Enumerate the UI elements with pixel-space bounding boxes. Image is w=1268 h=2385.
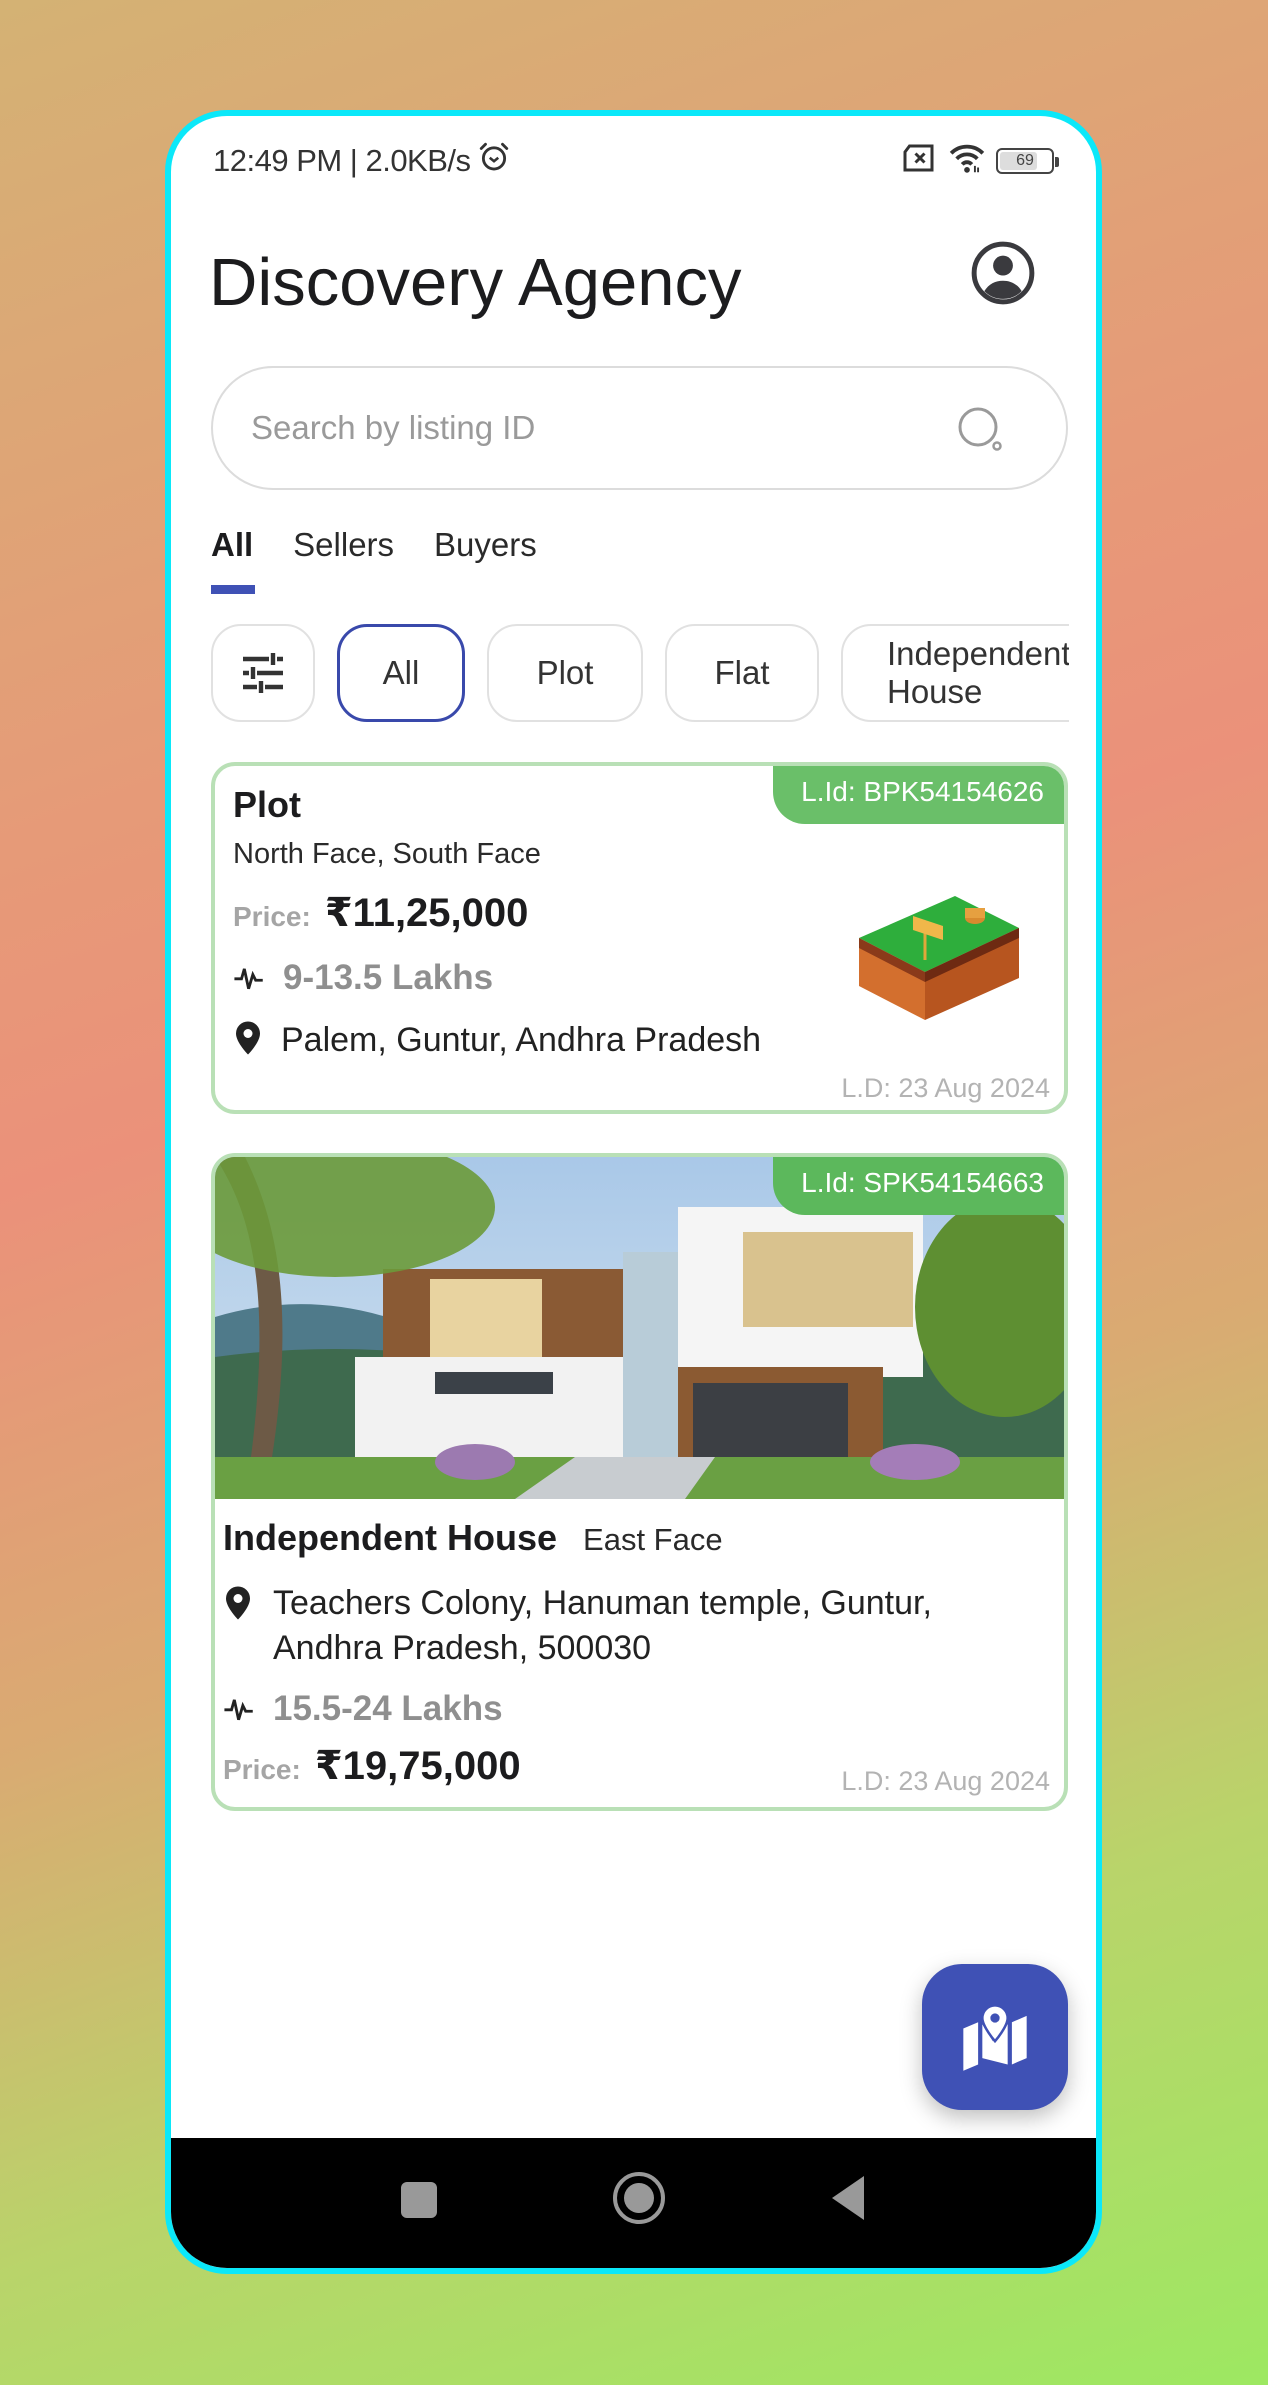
property-type-chips: All Plot Flat Independent House: [211, 624, 1069, 724]
location-pin-icon: [233, 1020, 263, 1061]
listing-date: L.D: 23 Aug 2024: [841, 1073, 1050, 1103]
tab-all[interactable]: All: [211, 526, 256, 594]
no-sim-icon: [902, 143, 938, 178]
status-left: 12:49 PM | 2.0KB/s: [213, 140, 511, 182]
home-circle-icon: [613, 2172, 665, 2224]
back-triangle-icon: [832, 2176, 864, 2220]
page-title: Discovery Agency: [209, 245, 742, 320]
listing-location-line2: Andhra Pradesh, 500030: [273, 1629, 652, 1667]
listing-type: Independent House: [223, 1517, 558, 1558]
search-input[interactable]: [251, 409, 911, 447]
chip-all[interactable]: All: [337, 624, 465, 722]
alarm-icon: [477, 140, 511, 182]
filter-button[interactable]: [211, 624, 315, 722]
status-right: 69: [902, 142, 1059, 179]
price-range: 15.5-24 Lakhs: [273, 1689, 503, 1728]
battery-icon: 69: [996, 147, 1059, 174]
wifi-icon: [948, 142, 986, 179]
tab-buyers[interactable]: Buyers: [434, 526, 537, 594]
listing-card[interactable]: L.Id: SPK54154663 Independent House East…: [211, 1153, 1068, 1811]
home-button[interactable]: [611, 2170, 667, 2231]
listing-price: ₹11,25,000: [324, 891, 529, 935]
search-icon[interactable]: [956, 405, 1006, 455]
status-time-speed: 12:49 PM | 2.0KB/s: [213, 143, 471, 178]
listing-price: ₹19,75,000: [314, 1744, 521, 1788]
price-label: Price:: [233, 901, 311, 932]
tune-icon: [243, 653, 283, 693]
battery-level: 69: [1016, 151, 1034, 169]
search-bar: [211, 366, 1068, 490]
profile-button[interactable]: [970, 240, 1036, 306]
listing-facing: East Face: [583, 1522, 723, 1557]
map-location-icon: [963, 2004, 1027, 2071]
phone-screen: 12:49 PM | 2.0KB/s 69 Discovery Agency S…: [165, 110, 1102, 2274]
chip-independent-house[interactable]: Independent House: [841, 624, 1069, 722]
listing-type: Plot: [233, 784, 301, 825]
listing-id-badge: L.Id: BPK54154626: [773, 766, 1064, 824]
listing-card[interactable]: L.Id: BPK54154626 Plot North Face, South…: [211, 762, 1068, 1114]
system-nav-bar: [171, 2138, 1096, 2268]
square-icon: [401, 2182, 437, 2218]
tab-sellers[interactable]: Sellers: [293, 526, 394, 594]
price-trend-icon: [223, 1690, 257, 1729]
listing-date: L.D: 23 Aug 2024: [841, 1766, 1050, 1796]
segment-tabs: All Sellers Buyers: [211, 526, 537, 594]
back-button[interactable]: [828, 2174, 868, 2227]
listing-location-line1: Teachers Colony, Hanuman temple, Guntur,: [273, 1584, 932, 1622]
plot-land-illustration: [847, 888, 1027, 1028]
price-label: Price:: [223, 1754, 301, 1785]
listing-location: Palem, Guntur, Andhra Pradesh: [281, 1021, 762, 1059]
chip-flat[interactable]: Flat: [665, 624, 819, 722]
recents-button[interactable]: [399, 2180, 439, 2225]
location-pin-icon: [223, 1585, 253, 1626]
status-bar: 12:49 PM | 2.0KB/s 69: [171, 116, 1096, 196]
listing-id-badge: L.Id: SPK54154663: [773, 1157, 1064, 1215]
listing-facing: North Face, South Face: [233, 838, 541, 870]
price-range: 9-13.5 Lakhs: [283, 958, 494, 997]
chip-plot[interactable]: Plot: [487, 624, 643, 722]
account-circle-icon: [971, 241, 1035, 305]
map-view-button[interactable]: [922, 1964, 1068, 2110]
price-trend-icon: [233, 959, 267, 998]
